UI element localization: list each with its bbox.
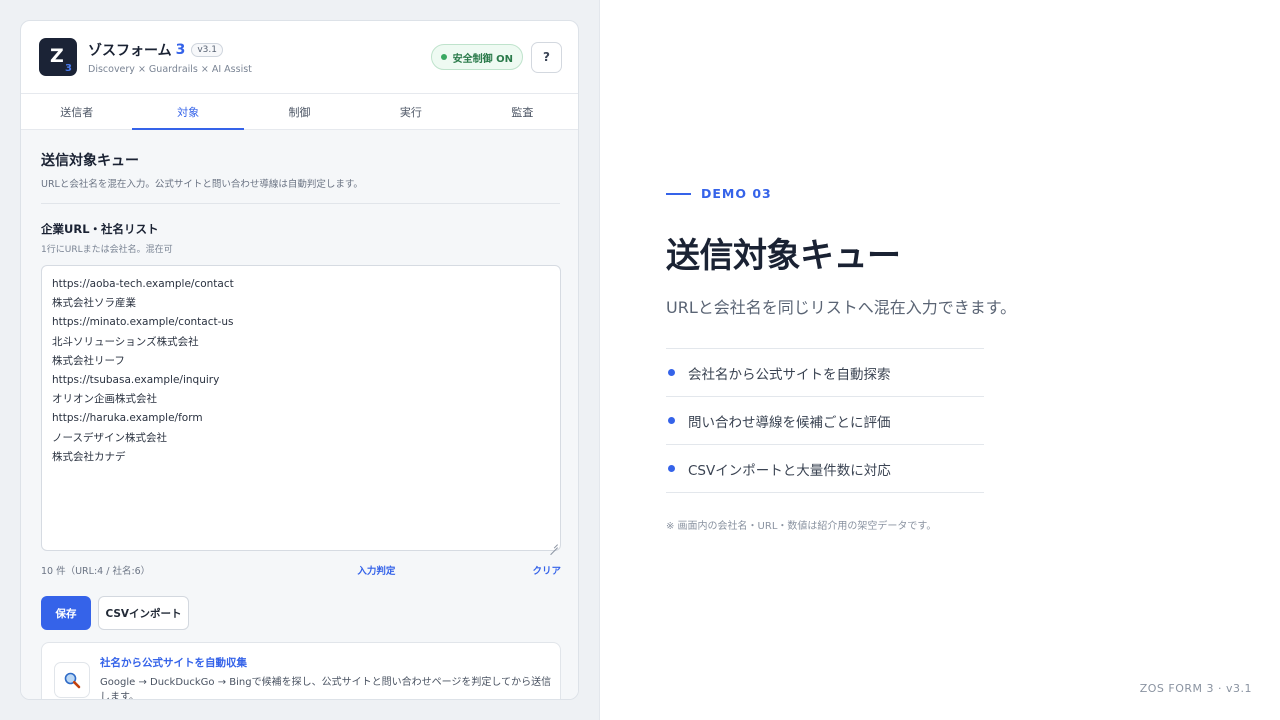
action-buttons: 保存 CSVインポート [41,596,560,630]
clear-link[interactable]: クリア [532,563,561,577]
resize-handle-icon[interactable] [550,540,558,548]
safety-status-badge[interactable]: 安全制御 ON [430,44,523,70]
list-line: https://aoba-tech.example/contact [52,278,234,290]
list-line: https://haruka.example/form [52,412,203,425]
list-line: https://minato.example/contact-us [52,316,234,329]
feature-text: 会社名から公式サイトを自動探索 [688,366,891,383]
save-button[interactable]: 保存 [41,596,91,630]
showcase-subtitle: URLと会社名を同じリストへ混在入力できます。 [666,298,1017,317]
feature-list: 会社名から公式サイトを自動探索 問い合わせ導線を候補ごとに評価 CSVインポート… [666,348,984,493]
app-name-number: 3 [175,41,186,58]
feature-item: 問い合わせ導線を候補ごとに評価 [666,397,984,445]
field-hint: 1行にURLまたは会社名。混在可 [41,245,173,255]
logo-letter: Z [50,45,64,67]
help-button[interactable]: ? [531,41,562,73]
list-line: 株式会社リーフ [52,354,125,367]
field-label: 企業URL・社名リスト [41,222,159,236]
list-line: 株式会社カナデ [52,450,126,463]
app-subtitle: Discovery × Guardrails × AI Assist [88,63,252,75]
feature-item: 会社名から公式サイトを自動探索 [666,349,984,397]
logo-number: 3 [65,63,72,74]
list-line: 北斗ソリューションズ株式会社 [52,335,199,348]
bullet-icon [668,369,675,376]
tab-execute[interactable]: 実行 [355,94,466,129]
app-logo: Z 3 [39,38,77,76]
demo-tag: DEMO 03 [666,186,772,201]
tab-bar: 送信者 対象 制御 実行 監査 [21,93,578,130]
info-title: 社名から公式サイトを自動収集 [100,657,247,669]
feature-text: 問い合わせ導線を候補ごとに評価 [688,414,891,431]
entry-count: 10 件（URL:4 / 社名:6） [41,566,151,577]
tab-target[interactable]: 対象 [132,94,245,130]
tab-audit[interactable]: 監査 [467,94,578,129]
showcase-title: 送信対象キュー [666,236,901,276]
list-line: 株式会社ソラ産業 [52,297,136,310]
disclaimer-note: ※ 画面内の会社名・URL・数値は紹介用の架空データです。 [666,521,937,532]
footer-version: ZOS FORM 3 · v3.1 [1139,682,1252,695]
csv-import-button[interactable]: CSVインポート [98,596,189,630]
app-name: ゾスフォーム [88,42,172,59]
divider [41,203,560,204]
version-badge: v3.1 [191,42,223,57]
auto-collect-info-card: 社名から公式サイトを自動収集 Google → DuckDuckGo → Bin… [41,642,561,700]
accent-line [666,192,691,195]
list-line: ノースデザイン株式会社 [52,431,167,444]
info-description: Google → DuckDuckGo → Bingで候補を探し、公式サイトと問… [100,677,552,700]
company-list-textarea[interactable]: https://aoba-tech.example/contact 株式会社ソラ… [41,265,561,551]
brand: ゾスフォーム 3 v3.1 Discovery × Guardrails × A… [88,40,431,75]
bullet-icon [668,465,675,472]
safety-status-label: 安全制御 ON [452,53,513,65]
tab-sender[interactable]: 送信者 [21,94,132,129]
feature-item: CSVインポートと大量件数に対応 [666,445,984,493]
input-judge-link[interactable]: 入力判定 [357,563,395,577]
main-content: 送信対象キュー URLと会社名を混在入力。公式サイトと問い合わせ導線は自動判定し… [21,130,578,700]
demo-label: DEMO 03 [701,186,772,201]
list-line: オリオン企画株式会社 [52,393,157,406]
list-line: https://tsubasa.example/inquiry [52,374,220,387]
app-header: Z 3 ゾスフォーム 3 v3.1 Discovery × Guardrails… [21,21,578,93]
bullet-icon [668,417,675,424]
list-meta-row: 10 件（URL:4 / 社名:6） 入力判定 クリア [41,563,561,577]
section-title: 送信対象キュー [41,153,139,169]
feature-text: CSVインポートと大量件数に対応 [688,462,891,479]
section-description: URLと会社名を混在入力。公式サイトと問い合わせ導線は自動判定します。 [41,179,363,190]
status-dot-icon [440,54,447,60]
tab-control[interactable]: 制御 [244,94,355,129]
magnifier-icon [54,662,90,698]
app-window: Z 3 ゾスフォーム 3 v3.1 Discovery × Guardrails… [20,20,579,700]
